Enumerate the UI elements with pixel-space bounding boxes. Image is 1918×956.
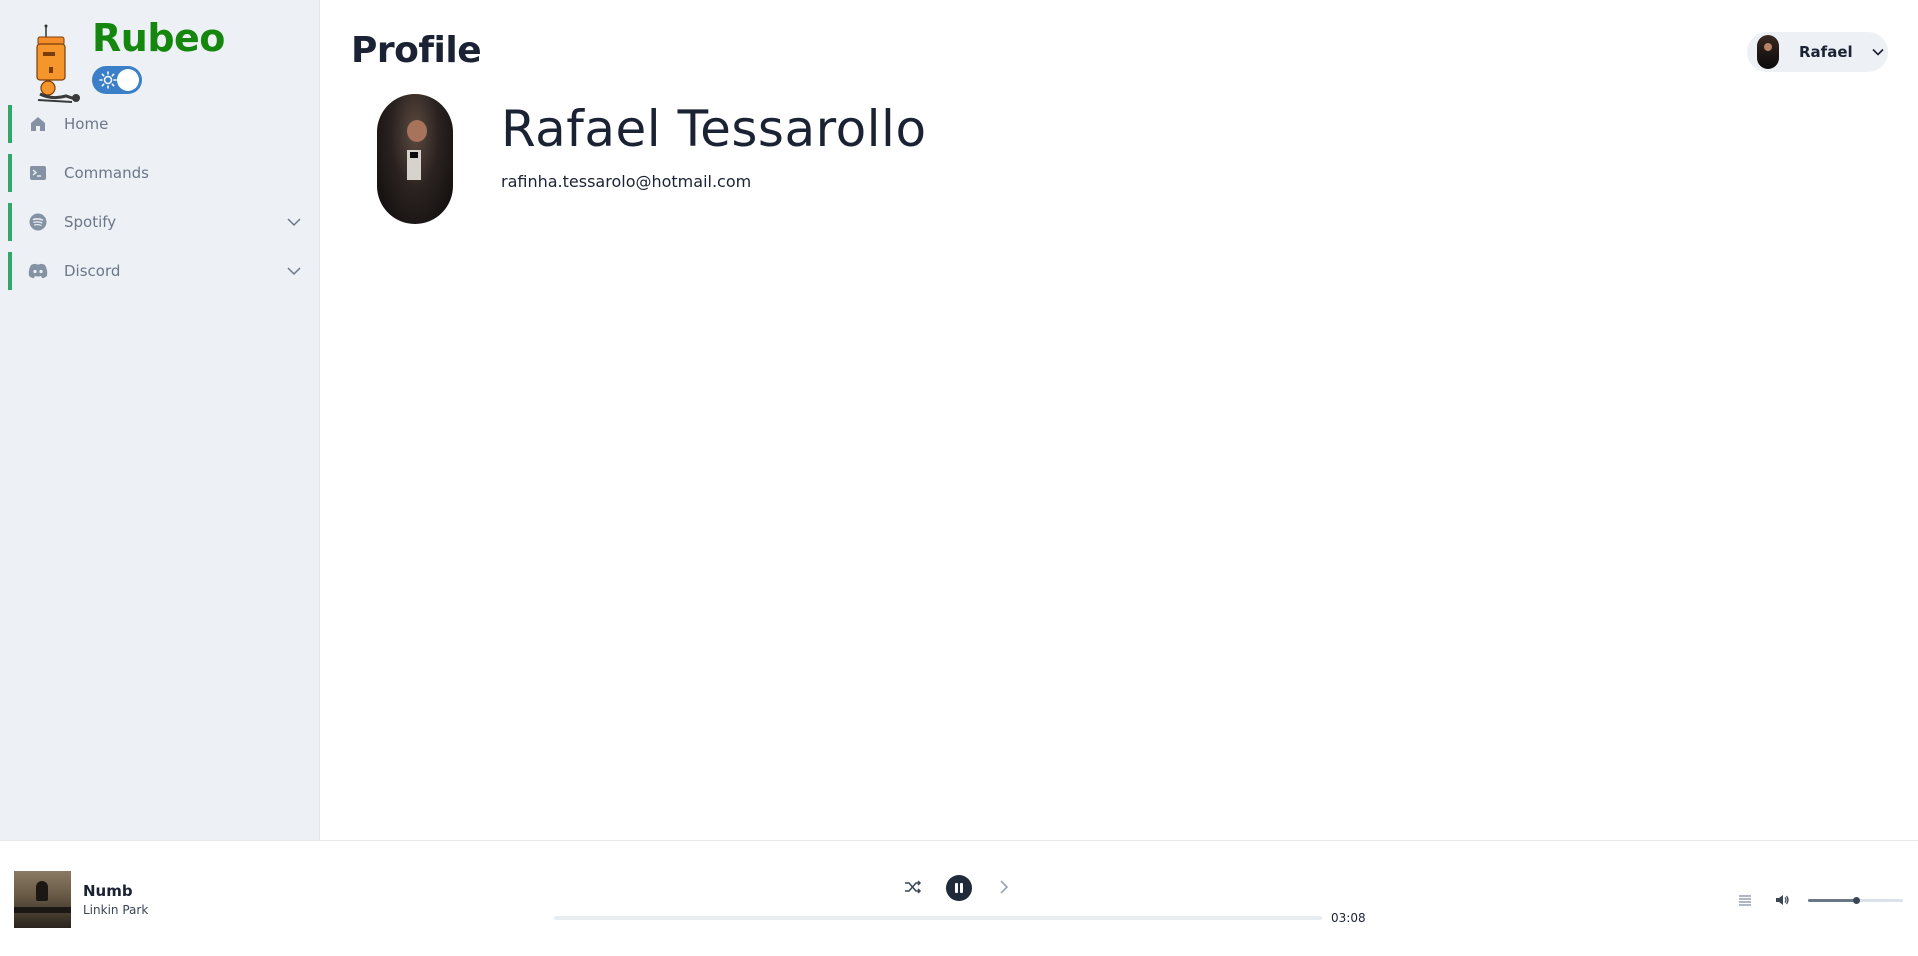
page-title: Profile	[351, 30, 482, 71]
robot-logo	[36, 24, 80, 103]
chevron-down-icon	[1872, 48, 1884, 56]
user-menu-button[interactable]: Rafael	[1747, 32, 1888, 72]
sidebar-item-label: Spotify	[64, 213, 117, 231]
volume-slider[interactable]	[1808, 897, 1903, 904]
sidebar-item-spotify[interactable]: Spotify	[8, 203, 312, 241]
brand-name: Rubeo	[92, 16, 225, 60]
toggle-knob	[117, 69, 139, 91]
home-icon	[28, 114, 48, 134]
sidebar-item-discord[interactable]: Discord	[8, 252, 312, 290]
profile-name: Rafael Tessarollo	[501, 100, 927, 158]
album-figure	[36, 881, 48, 901]
music-player: Numb Linkin Park 03:08	[0, 840, 1918, 956]
volume-fill	[1808, 899, 1856, 902]
queue-icon[interactable]	[1738, 893, 1752, 907]
chevron-down-icon[interactable]	[286, 214, 302, 230]
track-title: Numb	[83, 882, 133, 900]
track-duration: 03:08	[1331, 911, 1366, 925]
discord-icon	[28, 261, 48, 281]
avatar-face	[407, 120, 427, 142]
sidebar-item-label: Commands	[64, 164, 149, 182]
sidebar-item-home[interactable]: Home	[8, 105, 312, 143]
brand: Rubeo	[24, 14, 304, 103]
sun-icon	[99, 71, 117, 89]
chevron-down-icon[interactable]	[286, 263, 302, 279]
app-root: Rubeo Home Commands Spotify Discord Prof…	[0, 0, 1918, 956]
avatar-bowtie	[410, 152, 418, 158]
sidebar-item-label: Discord	[64, 262, 121, 280]
track-artist: Linkin Park	[83, 903, 149, 917]
sidebar-item-commands[interactable]: Commands	[8, 154, 312, 192]
main-content: Profile Rafael Rafael Tessarollo rafinha…	[321, 0, 1918, 840]
profile-avatar	[377, 94, 453, 224]
progress-bar[interactable]	[554, 916, 1322, 920]
playback-controls	[900, 873, 1020, 903]
volume-icon[interactable]	[1774, 892, 1790, 908]
user-menu-name: Rafael	[1799, 43, 1853, 61]
sidebar: Rubeo Home Commands Spotify Discord	[0, 0, 320, 840]
album-band	[14, 907, 71, 913]
shuffle-icon[interactable]	[904, 878, 922, 896]
profile-card: Rafael Tessarollo rafinha.tessarolo@hotm…	[351, 92, 1151, 232]
sidebar-nav: Home Commands Spotify Discord	[8, 105, 312, 301]
terminal-icon	[28, 163, 48, 183]
spotify-icon	[28, 212, 48, 232]
avatar	[1757, 35, 1779, 69]
volume-knob[interactable]	[1852, 897, 1860, 904]
sidebar-item-label: Home	[64, 115, 109, 133]
theme-toggle[interactable]	[92, 66, 142, 94]
next-icon[interactable]	[996, 879, 1012, 895]
album-art	[14, 871, 71, 928]
profile-email: rafinha.tessarolo@hotmail.com	[501, 172, 752, 191]
pause-button[interactable]	[946, 875, 972, 901]
